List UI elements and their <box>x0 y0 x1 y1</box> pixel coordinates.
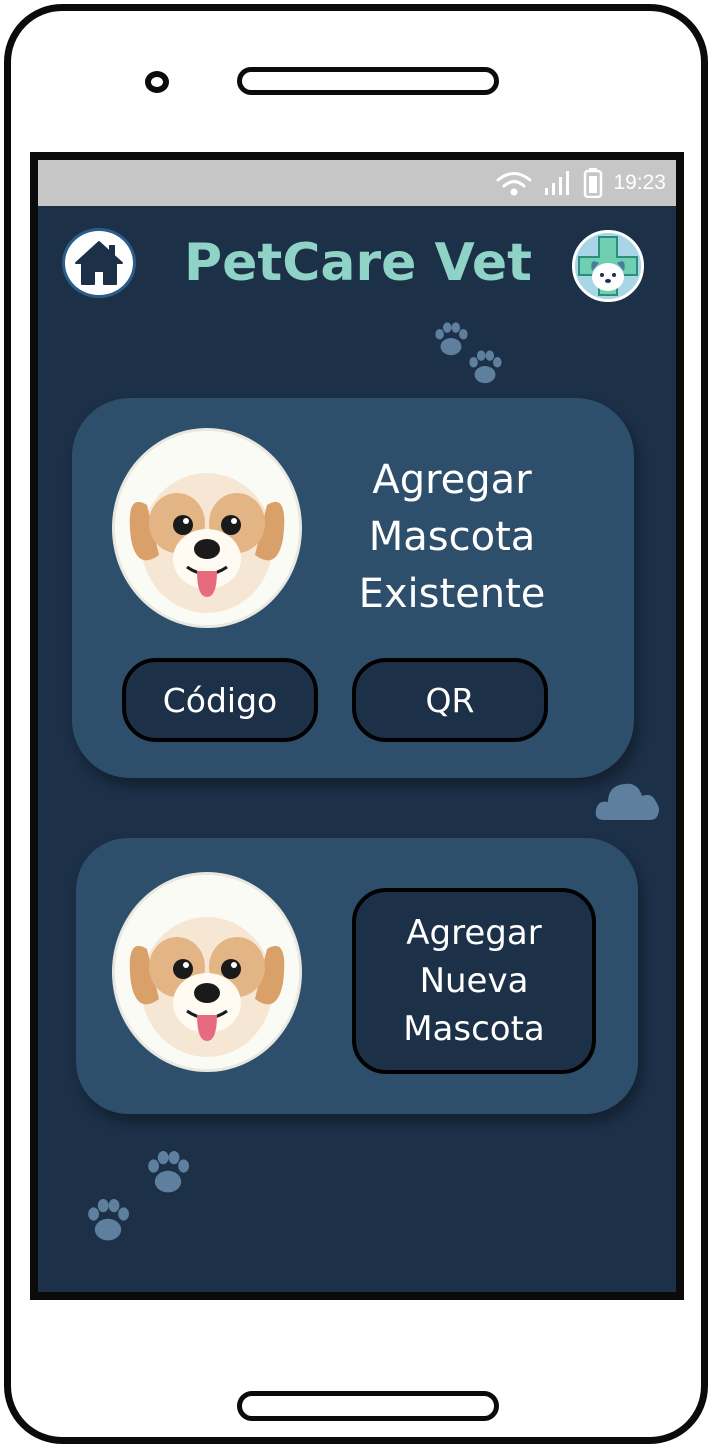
title-line: Existente <box>358 571 546 617</box>
status-bar: 19:23 <box>38 160 676 206</box>
vet-logo[interactable] <box>572 230 644 302</box>
title-line: Agregar <box>372 457 532 503</box>
paw-print-icon <box>469 350 502 384</box>
status-time: 19:23 <box>613 171 666 194</box>
button-line: Nueva <box>419 961 529 1001</box>
wifi-icon <box>496 172 532 196</box>
button-line: Mascota <box>403 1009 545 1049</box>
app-title: PetCare Vet <box>183 233 533 293</box>
existing-pet-title: Agregar Mascota Existente <box>330 452 574 623</box>
home-button[interactable] <box>237 1391 499 1421</box>
cloud-icon <box>595 783 659 820</box>
dog-avatar-icon <box>115 875 299 1069</box>
home-icon <box>75 241 123 285</box>
camera-lens <box>145 71 169 93</box>
paw-print-icon <box>148 1151 189 1193</box>
dog-avatar <box>112 872 302 1072</box>
paw-print-icon <box>435 322 468 356</box>
dog-avatar-icon <box>115 431 299 625</box>
earpiece-speaker <box>237 67 499 95</box>
vet-cross-logo <box>575 233 641 299</box>
qr-button[interactable]: QR <box>352 658 548 742</box>
home-nav-button[interactable] <box>62 228 136 298</box>
app-screen: 19:23 PetCare Vet Agregar Mascota Existe… <box>30 152 684 1300</box>
paw-print-icon <box>88 1199 129 1241</box>
add-new-pet-button[interactable]: Agregar Nueva Mascota <box>352 888 596 1074</box>
dog-avatar <box>112 428 302 628</box>
title-line: Mascota <box>368 514 536 560</box>
battery-icon <box>584 168 603 198</box>
code-button[interactable]: Código <box>122 658 318 742</box>
new-pet-card: Agregar Nueva Mascota <box>76 838 638 1114</box>
existing-pet-card: Agregar Mascota Existente Código QR <box>72 398 634 778</box>
signal-icon <box>545 171 570 195</box>
button-line: Agregar <box>406 913 542 953</box>
